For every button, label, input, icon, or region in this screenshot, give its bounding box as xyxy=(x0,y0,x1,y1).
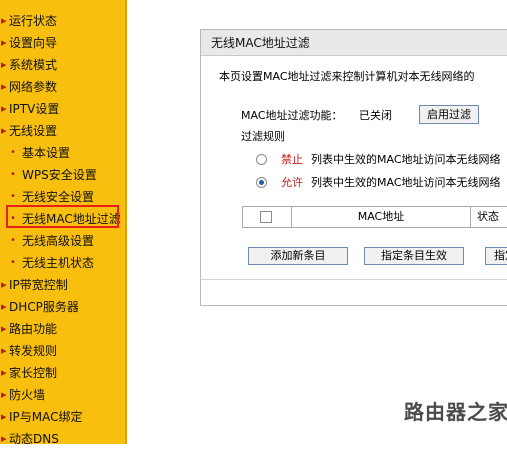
selected-item-highlight xyxy=(6,205,119,228)
sidebar-item[interactable]: • 无线高级设置 xyxy=(0,230,125,252)
panel-footer-divider xyxy=(201,279,507,280)
deny-rule-keyword: 禁止 xyxy=(281,153,303,166)
sidebar-item[interactable]: ▸ 防火墙 xyxy=(0,384,125,406)
sidebar-item[interactable]: ▸ 动态DNS xyxy=(0,428,125,450)
bullet-icon: ▸ xyxy=(1,388,7,401)
sidebar-item[interactable]: ▸ 设置向导 xyxy=(0,32,125,54)
sidebar-item-label: 家长控制 xyxy=(9,366,58,380)
bullet-icon: ▸ xyxy=(1,14,7,27)
sidebar-item-label: 动态DNS xyxy=(9,432,59,446)
enable-filter-button[interactable]: 启用过滤 xyxy=(419,105,479,124)
bullet-icon: ▸ xyxy=(1,300,7,313)
bullet-icon: ▸ xyxy=(1,432,7,445)
allow-rule-radio[interactable] xyxy=(256,177,267,188)
sidebar-item[interactable]: • 基本设置 xyxy=(0,142,125,164)
sidebar-item[interactable]: ▸ 转发规则 xyxy=(0,340,125,362)
panel-title: 无线MAC地址过滤 xyxy=(211,36,310,50)
sidebar-item[interactable]: ▸ 运行状态 xyxy=(0,10,125,32)
site-watermark: 路由器之家 xyxy=(404,400,507,424)
sidebar-item[interactable]: ▸ IPTV设置 xyxy=(0,98,125,120)
mac-filter-panel: 无线MAC地址过滤 本页设置MAC地址过滤来控制计算机对本无线网络的 MAC地址… xyxy=(200,29,507,306)
bullet-icon: • xyxy=(10,169,16,180)
sidebar-item-label: 基本设置 xyxy=(22,146,71,160)
panel-header: 无线MAC地址过滤 xyxy=(201,30,507,56)
sidebar-item[interactable]: • WPS安全设置 xyxy=(0,164,125,186)
apply-entry-button[interactable]: 指定条目生效 xyxy=(364,247,464,265)
deny-rule-radio[interactable] xyxy=(256,154,267,165)
sidebar-item[interactable]: ▸ 系统模式 xyxy=(0,54,125,76)
sidebar-item-label: IP与MAC绑定 xyxy=(9,410,83,424)
sidebar-item-label: WPS安全设置 xyxy=(22,168,97,182)
status-header: 状态 xyxy=(477,210,499,223)
sidebar-item[interactable]: ▸ DHCP服务器 xyxy=(0,296,125,318)
filter-function-label: MAC地址过滤功能： xyxy=(241,109,343,122)
select-all-column xyxy=(243,207,291,227)
sidebar-item-label: 无线主机状态 xyxy=(22,256,95,270)
sidebar-item-label: IP带宽控制 xyxy=(9,278,68,292)
bullet-icon: • xyxy=(10,257,16,268)
sidebar-item-label: 系统模式 xyxy=(9,58,58,72)
bullet-icon: ▸ xyxy=(1,344,7,357)
sidebar-item-label: DHCP服务器 xyxy=(9,300,79,314)
bullet-icon: ▸ xyxy=(1,36,7,49)
allow-rule-keyword: 允许 xyxy=(281,176,303,189)
sidebar-item-label: 防火墙 xyxy=(9,388,46,402)
sidebar-item[interactable]: ▸ 路由功能 xyxy=(0,318,125,340)
sidebar-item[interactable]: ▸ IP与MAC绑定 xyxy=(0,406,125,428)
sidebar-item[interactable]: ▸ 家长控制 xyxy=(0,362,125,384)
sidebar-item-label: 设置向导 xyxy=(9,36,58,50)
allow-rule-text: 列表中生效的MAC地址访问本无线网络 xyxy=(311,176,501,189)
bullet-icon: ▸ xyxy=(1,410,7,423)
sidebar-item-label: 无线高级设置 xyxy=(22,234,95,248)
panel-description: 本页设置MAC地址过滤来控制计算机对本无线网络的 xyxy=(219,70,475,83)
bullet-icon: ▸ xyxy=(1,124,7,137)
filter-rules-label: 过滤规则 xyxy=(241,130,285,143)
sidebar-item[interactable]: • 无线主机状态 xyxy=(0,252,125,274)
bullet-icon: • xyxy=(10,147,16,158)
deny-rule-text: 列表中生效的MAC地址访问本无线网络 xyxy=(311,153,501,166)
bullet-icon: ▸ xyxy=(1,102,7,115)
filter-function-status: 已关闭 xyxy=(359,109,392,122)
sidebar-item-label: 运行状态 xyxy=(9,14,58,28)
add-entry-button[interactable]: 添加新条目 xyxy=(248,247,348,265)
select-all-checkbox[interactable] xyxy=(260,211,272,223)
sidebar-item[interactable]: ▸ 网络参数 xyxy=(0,76,125,98)
more-entry-button[interactable]: 指定 xyxy=(485,247,507,265)
bullet-icon: ▸ xyxy=(1,58,7,71)
bullet-icon: ▸ xyxy=(1,278,7,291)
bullet-icon: ▸ xyxy=(1,322,7,335)
sidebar-item-label: 无线设置 xyxy=(9,124,58,138)
sidebar-item-label: 转发规则 xyxy=(9,344,58,358)
mac-address-table: MAC地址 状态 xyxy=(242,206,507,228)
sidebar-item-label: 路由功能 xyxy=(9,322,58,336)
bullet-icon: ▸ xyxy=(1,80,7,93)
sidebar-item[interactable]: ▸ IP带宽控制 xyxy=(0,274,125,296)
mac-address-header: MAC地址 xyxy=(357,210,405,223)
bullet-icon: • xyxy=(10,235,16,246)
bullet-icon: ▸ xyxy=(1,366,7,379)
sidebar-item-label: IPTV设置 xyxy=(9,102,60,116)
sidebar-item[interactable]: ▸ 无线设置 xyxy=(0,120,125,142)
sidebar-item-label: 网络参数 xyxy=(9,80,58,94)
